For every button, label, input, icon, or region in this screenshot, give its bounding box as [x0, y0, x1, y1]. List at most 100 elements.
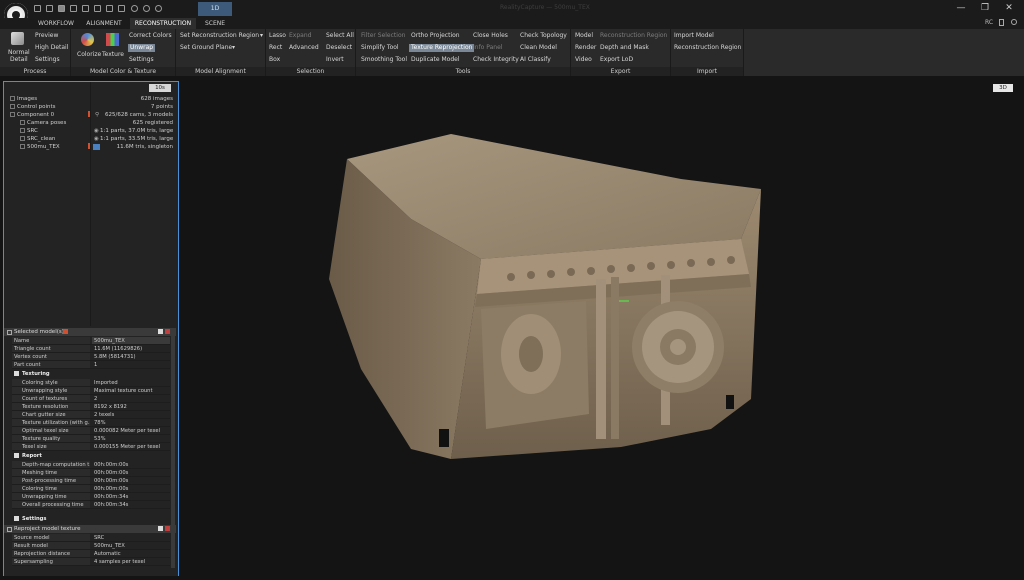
advanced-button[interactable]: Advanced: [289, 44, 319, 52]
3d-view-button[interactable]: 3D: [993, 84, 1013, 92]
property-row[interactable]: Texel size 0.000155 Meter per texel: [12, 443, 170, 451]
3d-viewport[interactable]: [181, 79, 1024, 576]
eye-icon[interactable]: ◉: [94, 136, 99, 143]
filter-selection-button[interactable]: Filter Selection: [361, 32, 405, 40]
maximize-button[interactable]: ❐: [973, 3, 997, 13]
property-value[interactable]: SRC: [92, 534, 170, 541]
pin-icon[interactable]: [158, 329, 163, 334]
close-holes-button[interactable]: Close Holes: [473, 32, 508, 40]
layout-icon[interactable]: [46, 5, 53, 12]
layout-icon[interactable]: [70, 5, 77, 12]
tree-item-images[interactable]: Images: [10, 96, 37, 103]
high-detail-button[interactable]: High Detail: [35, 44, 68, 52]
settings-icon[interactable]: [155, 5, 162, 12]
collapse-icon[interactable]: [14, 371, 19, 376]
expand-icon[interactable]: [20, 120, 25, 125]
close-button[interactable]: ✕: [997, 3, 1021, 13]
correct-colors-button[interactable]: Correct Colors: [129, 32, 172, 40]
collapse-icon[interactable]: [14, 516, 19, 521]
property-row[interactable]: Meshing time 00h:00m:00s: [12, 469, 170, 477]
property-row[interactable]: Overall processing time 00h:00m:34s: [12, 501, 170, 509]
property-row[interactable]: Unwrapping time 00h:00m:34s: [12, 493, 170, 501]
tab-workflow[interactable]: WORKFLOW: [33, 18, 79, 29]
tab-reconstruction[interactable]: RECONSTRUCTION: [130, 18, 196, 29]
property-row[interactable]: Vertex count 5.8M (5814731): [12, 353, 170, 361]
property-value[interactable]: 4 samples per texel: [92, 558, 170, 565]
check-topology-button[interactable]: Check Topology: [520, 32, 567, 40]
property-row[interactable]: Result model 500mu_TEX: [12, 542, 170, 550]
lasso-button[interactable]: Lasso: [269, 32, 286, 40]
expand-button[interactable]: Expand: [289, 32, 311, 40]
tree-item-control-points[interactable]: Control points: [10, 104, 56, 111]
ai-classify-button[interactable]: AI Classify: [520, 56, 551, 64]
expand-icon[interactable]: [20, 144, 25, 149]
layout-icon[interactable]: [94, 5, 101, 12]
tree-item-src-clean[interactable]: SRC_clean: [20, 136, 55, 143]
property-row[interactable]: Triangle count 11.6M (11629826): [12, 345, 170, 353]
texture-icon[interactable]: [106, 33, 119, 46]
duplicate-model-button[interactable]: Duplicate Model: [411, 56, 460, 64]
reproject-header[interactable]: Reproject model texture: [4, 525, 176, 533]
tab-alignment[interactable]: ALIGNMENT: [82, 18, 126, 29]
texture-model-icon[interactable]: [93, 144, 100, 150]
eye-icon[interactable]: ◉: [94, 128, 99, 135]
property-row[interactable]: Texture resolution 8192 x 8192: [12, 403, 170, 411]
info-icon[interactable]: [63, 329, 68, 334]
layout-icon[interactable]: [82, 5, 89, 12]
property-row[interactable]: Unwrapping style Maximal texture count: [12, 387, 170, 395]
property-row[interactable]: Post-processing time 00h:00m:00s: [12, 477, 170, 485]
property-row[interactable]: Name 500mu_TEX: [12, 337, 170, 345]
layout-icon[interactable]: [118, 5, 125, 12]
quick-access-icon[interactable]: [34, 5, 41, 12]
property-row[interactable]: Reprojection distance Automatic: [12, 550, 170, 558]
export-model-button[interactable]: Model: [575, 32, 593, 40]
smoothing-tool-button[interactable]: Smoothing Tool: [361, 56, 407, 64]
info-panel-button[interactable]: Info Panel: [473, 44, 502, 52]
report-section[interactable]: Report: [12, 452, 170, 460]
document-icon[interactable]: [999, 19, 1004, 26]
layout-tab[interactable]: 1D: [198, 2, 232, 16]
select-all-button[interactable]: Select All: [326, 32, 354, 40]
property-value[interactable]: 500mu_TEX: [92, 337, 170, 344]
chevron-down-icon[interactable]: ▾: [232, 44, 235, 52]
close-panel-icon[interactable]: [165, 526, 170, 531]
10s-button[interactable]: 10s: [149, 84, 171, 92]
rect-button[interactable]: Rect: [269, 44, 282, 52]
property-row[interactable]: Coloring time 00h:00m:00s: [12, 485, 170, 493]
set-ground-plane-button[interactable]: Set Ground Plane: [180, 44, 232, 52]
import-model-button[interactable]: Import Model: [674, 32, 714, 40]
normal-detail-icon[interactable]: [11, 32, 24, 45]
chevron-down-icon[interactable]: ▾: [260, 32, 263, 40]
process-settings-button[interactable]: Settings: [35, 56, 60, 64]
expand-icon[interactable]: [10, 104, 15, 109]
collapse-icon[interactable]: [7, 527, 12, 532]
property-row[interactable]: Depth-map computation t... 00h:00m:00s: [12, 461, 170, 469]
property-row[interactable]: Texture utilization (with g... 78%: [12, 419, 170, 427]
collapse-icon[interactable]: [7, 330, 12, 335]
property-row[interactable]: Texture quality 53%: [12, 435, 170, 443]
unwrap-button[interactable]: Unwrap: [128, 44, 156, 52]
collapse-icon[interactable]: [10, 112, 15, 117]
expand-icon[interactable]: [20, 128, 25, 133]
selected-models-header[interactable]: Selected model(s): [4, 328, 176, 336]
set-reconstruction-region-button[interactable]: Set Reconstruction Region: [180, 32, 259, 40]
property-value[interactable]: 500mu_TEX: [92, 542, 170, 549]
texture-reprojection-button[interactable]: Texture Reprojection: [409, 44, 475, 52]
video-button[interactable]: Video: [575, 56, 592, 64]
preview-button[interactable]: Preview: [35, 32, 58, 40]
help-icon[interactable]: [1011, 19, 1017, 25]
property-row[interactable]: Part count 1: [12, 361, 170, 369]
tree-item-camera-poses[interactable]: Camera poses: [20, 120, 66, 127]
close-panel-icon[interactable]: [165, 329, 170, 334]
layout-icon[interactable]: [58, 5, 65, 12]
box-button[interactable]: Box: [269, 56, 280, 64]
tree-item-component[interactable]: Component 0: [10, 112, 54, 119]
export-reconstruction-region-button[interactable]: Reconstruction Region: [600, 32, 667, 40]
pin-icon[interactable]: [158, 526, 163, 531]
color-settings-button[interactable]: Settings: [129, 56, 154, 64]
undo-icon[interactable]: [131, 5, 138, 12]
texturing-section[interactable]: Texturing: [12, 370, 170, 378]
colorize-icon[interactable]: [81, 33, 94, 46]
texture-button[interactable]: Texture: [102, 51, 124, 59]
collapse-icon[interactable]: [14, 453, 19, 458]
